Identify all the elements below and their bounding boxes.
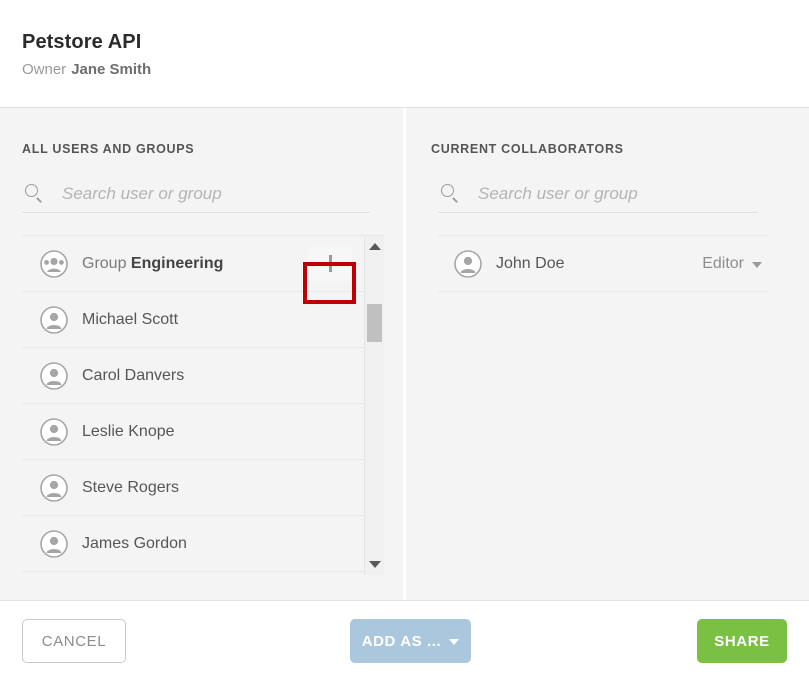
dialog-footer: CANCEL ADD AS ... SHARE — [0, 600, 809, 681]
list-item[interactable]: Michael Scott — [22, 292, 364, 348]
group-avatar-icon — [40, 249, 68, 278]
list-item[interactable]: Carol Danvers — [22, 348, 364, 404]
list-item-label: Steve Rogers — [82, 478, 179, 496]
user-avatar-icon — [40, 417, 68, 446]
search-icon — [438, 182, 462, 206]
search-input-collaborators[interactable] — [478, 184, 758, 204]
scroll-down-icon[interactable] — [368, 561, 381, 568]
chevron-down-icon — [752, 261, 762, 268]
role-dropdown[interactable]: Editor — [702, 255, 762, 273]
list-item[interactable]: James Gordon — [22, 516, 364, 572]
left-search-row — [22, 182, 370, 213]
current-collaborators-title: CURRENT COLLABORATORS — [431, 142, 624, 156]
collaborators-list: John Doe Editor — [438, 235, 768, 292]
current-collaborators-panel: CURRENT COLLABORATORS John — [406, 108, 809, 600]
right-search-row — [438, 182, 758, 213]
chevron-down-icon — [449, 639, 460, 645]
add-as-button[interactable]: ADD AS ... — [350, 619, 471, 663]
dialog-body: ALL USERS AND GROUPS Search user or grou… — [0, 108, 809, 600]
plus-icon — [321, 255, 339, 272]
search-input-users-groups[interactable] — [62, 184, 370, 204]
dialog-header: Petstore API Owner Jane Smith — [0, 0, 809, 108]
user-avatar-icon — [40, 473, 68, 502]
user-avatar-icon — [40, 361, 68, 390]
list-item-label: Leslie Knope — [82, 422, 175, 440]
user-avatar-icon — [40, 529, 68, 558]
group-prefix: Group — [82, 254, 127, 272]
add-as-label: ADD AS ... — [361, 632, 442, 650]
user-avatar-icon — [40, 305, 68, 334]
user-avatar-icon — [454, 249, 482, 278]
share-dialog: Petstore API Owner Jane Smith ALL USERS A… — [0, 0, 809, 681]
list-scrollbar[interactable] — [364, 236, 384, 575]
page-title: Petstore API — [22, 31, 142, 53]
group-name: Engineering — [130, 254, 224, 272]
scrollbar-thumb[interactable] — [367, 304, 382, 342]
collaborator-name: John Doe — [496, 254, 565, 272]
list-item[interactable]: Steve Rogers — [22, 460, 364, 516]
list-item-label: Group Engineering — [82, 255, 223, 273]
owner-label: Owner — [22, 61, 67, 78]
owner-line: Owner Jane Smith — [22, 60, 809, 80]
all-users-and-groups-title: ALL USERS AND GROUPS — [22, 142, 195, 156]
list-item-label: James Gordon — [82, 534, 187, 552]
list-item[interactable]: Group Engineering — [22, 236, 364, 292]
owner-name: Jane Smith — [71, 61, 152, 78]
share-button[interactable]: SHARE — [697, 619, 787, 663]
cancel-button[interactable]: CANCEL — [22, 619, 126, 663]
role-label: Editor — [702, 254, 744, 272]
all-users-and-groups-panel: ALL USERS AND GROUPS Search user or grou… — [0, 108, 406, 600]
search-icon — [22, 182, 46, 206]
add-group-button[interactable] — [308, 246, 352, 281]
users-groups-list-wrapper: Group Engineering Michael Scott Carol Da… — [22, 235, 384, 575]
list-item-label: Carol Danvers — [82, 366, 185, 384]
users-groups-list: Group Engineering Michael Scott Carol Da… — [22, 236, 364, 575]
list-item-label: Michael Scott — [82, 310, 179, 328]
collaborator-row[interactable]: John Doe Editor — [438, 236, 768, 292]
scroll-up-icon[interactable] — [368, 243, 381, 250]
list-item[interactable]: Leslie Knope — [22, 404, 364, 460]
